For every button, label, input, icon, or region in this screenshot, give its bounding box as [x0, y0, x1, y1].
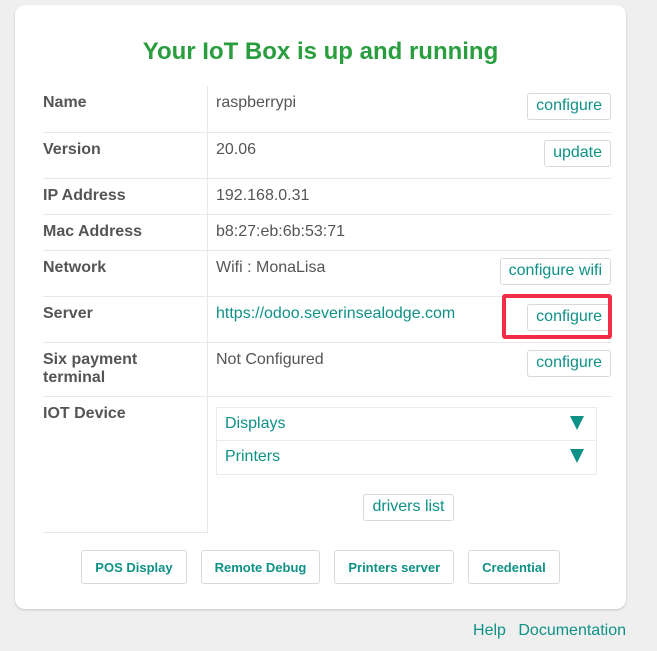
printers-server-button[interactable]: Printers server [334, 550, 455, 584]
update-version-button[interactable]: update [544, 139, 611, 167]
triangle-down-icon[interactable] [570, 415, 584, 430]
table-row-six-payment-terminal: Six payment terminal Not Configured conf… [43, 342, 611, 397]
bottom-button-bar: POS Display Remote Debug Printers server… [15, 550, 626, 584]
row-value: 192.168.0.31 [216, 186, 310, 204]
configure-server-button[interactable]: configure [527, 303, 611, 331]
row-value: raspberrypi [216, 94, 297, 111]
iot-device-printers[interactable]: Printers [216, 440, 597, 475]
credential-button[interactable]: Credential [468, 550, 560, 584]
device-category-label: Displays [225, 414, 286, 432]
iot-device-list: Displays Printers [216, 406, 597, 475]
server-url-link[interactable]: https://odoo.severinsealodge.com [216, 297, 455, 323]
pos-display-button[interactable]: POS Display [81, 550, 187, 584]
row-label: Six payment terminal [43, 350, 138, 386]
configure-payment-terminal-button[interactable]: configure [527, 349, 611, 377]
configure-wifi-button[interactable]: configure wifi [499, 257, 611, 285]
table-row-ip-address: IP Address 192.168.0.31 [43, 178, 611, 215]
table-row-name: Name raspberrypi configure [43, 86, 611, 133]
remote-debug-button[interactable]: Remote Debug [200, 550, 321, 584]
iot-device-displays[interactable]: Displays [216, 406, 597, 441]
footer-links: Help Documentation [465, 622, 626, 640]
table-row-server: Server https://odoo.severinsealodge.com … [43, 296, 611, 343]
row-value: b8:27:eb:6b:53:71 [216, 222, 346, 240]
help-link[interactable]: Help [473, 622, 506, 639]
row-label: Version [43, 140, 101, 158]
status-table: Name raspberrypi configure Version 20.06… [43, 86, 611, 533]
configure-name-button[interactable]: configure [527, 93, 611, 120]
table-row-iot-device: IOT Device Displays Printers drivers lis… [43, 396, 611, 533]
iot-box-card: Your IoT Box is up and running Name rasp… [15, 5, 626, 609]
row-value: 20.06 [216, 140, 257, 158]
row-label: IP Address [43, 186, 126, 204]
triangle-down-icon[interactable] [570, 448, 584, 463]
row-value: Wifi : MonaLisa [216, 258, 326, 276]
row-label: Network [43, 258, 107, 276]
row-label: Mac Address [43, 222, 142, 240]
table-row-network: Network Wifi : MonaLisa configure wifi [43, 250, 611, 297]
row-label: Server [43, 304, 93, 322]
table-row-mac-address: Mac Address b8:27:eb:6b:53:71 [43, 214, 611, 251]
row-label: Name [43, 94, 87, 111]
row-label: IOT Device [43, 404, 126, 422]
drivers-list-button[interactable]: drivers list [363, 493, 454, 521]
table-row-version: Version 20.06 update [43, 132, 611, 179]
page-title: Your IoT Box is up and running [142, 38, 499, 65]
device-category-label: Printers [225, 447, 281, 465]
documentation-link[interactable]: Documentation [518, 622, 626, 639]
row-value: Not Configured [216, 350, 324, 368]
